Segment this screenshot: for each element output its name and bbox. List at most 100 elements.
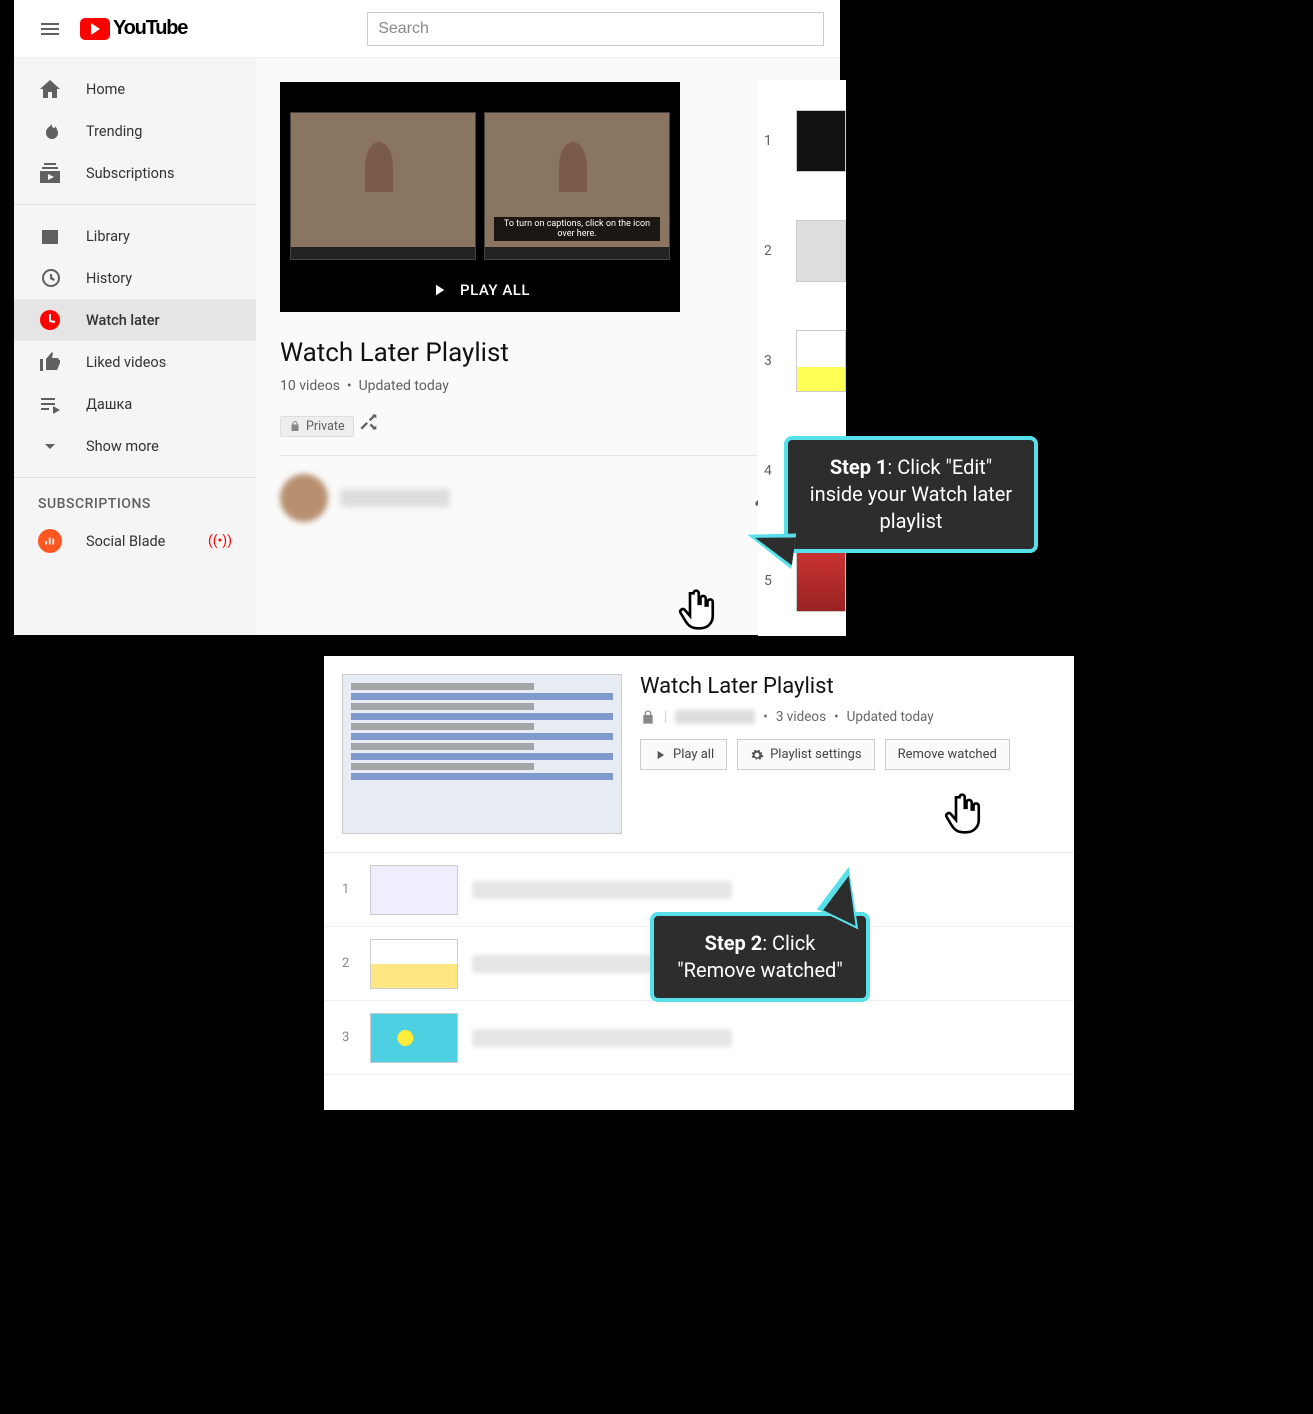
lock-icon <box>640 709 656 725</box>
lock-icon <box>289 420 301 432</box>
sidebar-item-label: Liked videos <box>86 354 166 371</box>
playlist-settings-button[interactable]: Playlist settings <box>737 739 874 770</box>
row-thumb <box>370 1013 458 1063</box>
history-icon <box>38 266 62 290</box>
playlist-row[interactable]: 3 <box>324 1001 1074 1075</box>
owner-name-blurred <box>340 489 450 507</box>
play-icon <box>430 281 448 299</box>
sidebar: Home Trending Subscriptions Library Hist… <box>14 58 256 635</box>
callout-step-label: Step 2 <box>705 931 763 955</box>
playlist-video-count: 3 videos <box>776 709 826 725</box>
callout-tail-icon <box>744 527 797 569</box>
strip-thumb <box>796 550 846 612</box>
hero-caption-text: To turn on captions, click on the icon o… <box>494 217 660 241</box>
sidebar-divider <box>14 477 256 478</box>
row-thumb <box>370 939 458 989</box>
sidebar-item-label: History <box>86 270 132 287</box>
sidebar-sub-label: Social Blade <box>86 533 165 550</box>
sidebar-item-subscriptions[interactable]: Subscriptions <box>14 152 256 194</box>
sidebar-item-liked[interactable]: Liked videos <box>14 341 256 383</box>
sidebar-sub-social-blade[interactable]: Social Blade ((•)) <box>14 520 256 562</box>
playlist-meta: | • 3 videos • Updated today <box>640 709 1056 725</box>
privacy-label: Private <box>306 419 345 434</box>
strip-index: 5 <box>764 573 772 589</box>
playlist-video-count: 10 videos <box>280 378 340 394</box>
strip-index: 1 <box>764 133 772 149</box>
strip-index: 3 <box>764 353 772 369</box>
sidebar-item-playlist-dashka[interactable]: Дашка <box>14 383 256 425</box>
playlist-owner-row: EDIT <box>280 474 816 522</box>
strip-row[interactable]: 3 <box>758 306 846 416</box>
strip-index: 2 <box>764 243 772 259</box>
row-title-blurred <box>472 881 732 899</box>
chevron-down-icon <box>38 434 62 458</box>
sidebar-item-label: Show more <box>86 438 159 455</box>
callout-step-1: Step 1: Click "Edit" inside your Watch l… <box>784 436 1038 553</box>
sidebar-item-history[interactable]: History <box>14 257 256 299</box>
callout-step-2: Step 2: Click "Remove watched" <box>650 912 870 1002</box>
row-index: 2 <box>342 956 356 971</box>
row-title-blurred <box>472 1029 732 1047</box>
playlist-updated: Updated today <box>359 378 449 394</box>
youtube-logo[interactable]: YouTube <box>80 17 187 40</box>
remove-watched-label: Remove watched <box>898 747 997 762</box>
playlist-hero[interactable]: To turn on captions, click on the icon o… <box>280 82 680 312</box>
sidebar-item-label: Watch later <box>86 312 160 329</box>
strip-row[interactable]: 2 <box>758 196 846 306</box>
callout-step-label: Step 1 <box>830 455 888 479</box>
strip-index: 4 <box>764 463 772 479</box>
strip-thumb <box>796 330 846 392</box>
sidebar-item-trending[interactable]: Trending <box>14 110 256 152</box>
row-index: 3 <box>342 1030 356 1045</box>
row-thumb <box>370 865 458 915</box>
hamburger-menu-icon[interactable] <box>30 9 70 49</box>
sidebar-item-label: Home <box>86 81 125 98</box>
hero-thumb: To turn on captions, click on the icon o… <box>484 112 670 260</box>
channel-avatar-icon <box>38 529 62 553</box>
playlist-updated: Updated today <box>847 709 934 725</box>
privacy-badge: Private <box>280 416 354 437</box>
cursor-hand-icon <box>676 588 718 630</box>
play-all-button[interactable]: Play all <box>640 739 727 770</box>
shuffle-icon[interactable] <box>358 412 378 432</box>
sidebar-divider <box>14 204 256 205</box>
home-icon <box>38 77 62 101</box>
youtube-logo-icon <box>80 18 110 40</box>
sidebar-item-home[interactable]: Home <box>14 68 256 110</box>
search-box <box>367 12 824 46</box>
divider <box>280 455 816 456</box>
sidebar-item-show-more[interactable]: Show more <box>14 425 256 467</box>
play-all-label: Play all <box>673 747 714 762</box>
playlist-icon <box>38 392 62 416</box>
search-input[interactable] <box>367 12 824 46</box>
playlist-meta: 10 videos • Updated today <box>280 378 816 394</box>
youtube-header: YouTube <box>14 0 840 58</box>
playlist-title: Watch Later Playlist <box>280 338 816 368</box>
playlist-hero-thumb[interactable] <box>342 674 622 834</box>
sidebar-subscriptions-heading: SUBSCRIPTIONS <box>14 488 256 520</box>
live-indicator-icon: ((•)) <box>208 533 232 549</box>
owner-avatar[interactable] <box>280 474 328 522</box>
sidebar-item-library[interactable]: Library <box>14 215 256 257</box>
sidebar-item-watch-later[interactable]: Watch later <box>14 299 256 341</box>
youtube-edit-playlist-panel: Watch Later Playlist | • 3 videos • Upda… <box>324 656 1074 1110</box>
like-icon <box>38 350 62 374</box>
owner-name-blurred <box>675 710 755 724</box>
clock-icon <box>38 308 62 332</box>
strip-thumb <box>796 110 846 172</box>
sidebar-item-label: Trending <box>86 123 142 140</box>
strip-row[interactable]: 1 <box>758 86 846 196</box>
hero-thumb <box>290 112 476 260</box>
playlist-title: Watch Later Playlist <box>640 674 1056 699</box>
row-index: 1 <box>342 882 356 897</box>
library-icon <box>38 224 62 248</box>
remove-watched-button[interactable]: Remove watched <box>885 739 1010 770</box>
play-all-button[interactable]: PLAY ALL <box>280 268 680 312</box>
strip-thumb <box>796 220 846 282</box>
settings-label: Playlist settings <box>770 747 861 762</box>
sidebar-item-label: Дашка <box>86 396 132 413</box>
trending-icon <box>38 119 62 143</box>
sidebar-item-label: Library <box>86 228 130 245</box>
play-all-label: PLAY ALL <box>460 281 530 299</box>
gear-icon <box>750 748 764 762</box>
